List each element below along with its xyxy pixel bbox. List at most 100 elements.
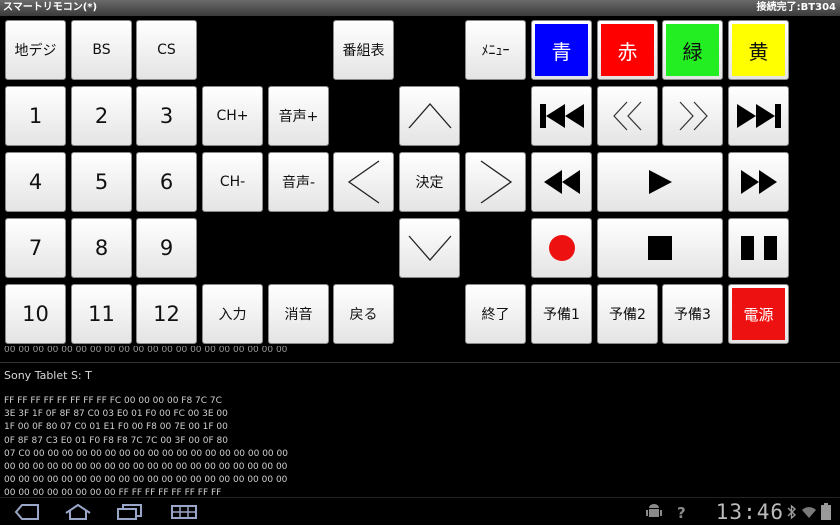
channel-down-button[interactable]: CH- [202,152,263,212]
double-chevron-right-icon [679,101,708,131]
back-nav-button[interactable] [14,502,40,522]
cs-button[interactable]: CS [136,20,197,80]
blue-button[interactable]: 青 [531,20,592,80]
pause-icon [740,236,777,260]
enter-button[interactable]: 決定 [399,152,460,212]
android-debug-icon [646,504,662,517]
number-12-button[interactable]: 12 [136,284,197,344]
red-label: 赤 [601,24,654,76]
double-chevron-left-icon [612,101,641,131]
hex-dump: FF FF FF FF FF FF FF FF FC 00 00 00 00 F… [4,395,288,497]
question-icon: ? [677,504,686,521]
stop-icon [648,236,672,260]
wifi-icon [802,507,816,518]
fast-forward-button[interactable] [728,152,789,212]
hex-line: 1F 00 0F 80 07 C0 01 E1 F0 00 F8 00 7E 0… [4,422,228,433]
chevron-up-icon [408,103,451,129]
up-button[interactable] [399,86,460,146]
log-panel: 00 00 00 00 00 00 00 00 00 00 00 00 00 0… [0,345,840,497]
log-divider [0,362,840,363]
volume-down-button[interactable]: 音声- [268,152,329,212]
chevron-right-icon [480,160,512,204]
system-nav-bar: ? 13:46 [0,497,840,525]
pause-button[interactable] [728,218,789,278]
keyboard-icon [171,505,197,519]
next-button[interactable] [662,86,723,146]
blue-label: 青 [535,24,588,76]
rewind-button[interactable] [531,152,592,212]
mute-button[interactable]: 消音 [268,284,329,344]
skip-forward-button[interactable] [728,86,789,146]
home-icon [65,503,91,520]
home-nav-button[interactable] [64,502,92,522]
back-button[interactable]: 戻る [333,284,394,344]
number-5-button[interactable]: 5 [71,152,132,212]
record-button[interactable] [531,218,592,278]
number-8-button[interactable]: 8 [71,218,132,278]
program-guide-button[interactable]: 番組表 [333,20,394,80]
red-button[interactable]: 赤 [597,20,658,80]
number-9-button[interactable]: 9 [136,218,197,278]
number-2-button[interactable]: 2 [71,86,132,146]
number-1-button[interactable]: 1 [5,86,66,146]
device-name: Sony Tablet S: T [4,369,92,382]
help-icon-wrap: ? [676,502,688,522]
spare-3-button[interactable]: 予備3 [662,284,723,344]
bluetooth-icon [787,504,797,520]
wifi-icon-wrap [801,502,817,522]
play-button[interactable] [597,152,723,212]
log-truncated-line: 00 00 00 00 00 00 00 00 00 00 00 00 00 0… [4,346,288,354]
connection-status: 接続完了:BT304 [756,2,836,13]
recent-apps-nav-button[interactable] [116,502,144,522]
spare-1-button[interactable]: 予備1 [531,284,592,344]
bs-button[interactable]: BS [71,20,132,80]
battery-icon [821,503,831,520]
number-4-button[interactable]: 4 [5,152,66,212]
fast-forward-icon [740,170,777,194]
android-icon-wrap [646,502,662,522]
skip-back-button[interactable] [531,86,592,146]
keyboard-nav-button[interactable] [170,502,198,522]
left-button[interactable] [333,152,394,212]
down-button[interactable] [399,218,460,278]
hex-line: 07 C0 00 00 00 00 00 00 00 00 00 00 00 0… [4,448,288,459]
channel-up-button[interactable]: CH+ [202,86,263,146]
rewind-icon [543,170,580,194]
power-button[interactable]: 電源 [728,284,789,344]
input-button[interactable]: 入力 [202,284,263,344]
battery-icon-wrap [820,502,832,522]
right-button[interactable] [465,152,526,212]
title-bar: スマートリモコン(*) 接続完了:BT304 [0,0,840,16]
hex-line: FF FF FF FF FF FF FF FF FC 00 00 00 00 F… [4,396,222,406]
menu-button[interactable]: ﾒﾆｭｰ [465,20,526,80]
hex-line: 00 00 00 00 00 00 00 00 00 00 00 00 00 0… [4,462,288,473]
number-10-button[interactable]: 10 [5,284,66,344]
volume-up-button[interactable]: 音声+ [268,86,329,146]
previous-button[interactable] [597,86,658,146]
number-7-button[interactable]: 7 [5,218,66,278]
number-3-button[interactable]: 3 [136,86,197,146]
hex-line: 00 00 00 00 00 00 00 00 00 00 00 00 00 0… [4,475,288,486]
svg-text:?: ? [677,504,686,521]
chevron-left-icon [347,160,379,204]
spare-2-button[interactable]: 予備2 [597,284,658,344]
hex-line: 00 00 00 00 00 00 00 00 FF FF FF FF FF F… [4,488,222,497]
number-6-button[interactable]: 6 [136,152,197,212]
hex-line: 3E 3F 1F 0F 8F 87 C0 03 E0 01 F0 00 FC 0… [4,409,228,420]
quit-button[interactable]: 終了 [465,284,526,344]
terrestrial-button[interactable]: 地デジ [5,20,66,80]
back-arrow-icon [14,504,39,520]
stop-button[interactable] [597,218,723,278]
green-button[interactable]: 緑 [662,20,723,80]
yellow-label: 黄 [732,24,785,76]
green-label: 緑 [666,24,719,76]
app-title: スマートリモコン(*) [3,2,98,13]
bluetooth-icon-wrap [787,502,797,522]
power-label: 電源 [732,288,785,340]
record-icon [548,235,575,261]
number-11-button[interactable]: 11 [71,284,132,344]
yellow-button[interactable]: 黄 [728,20,789,80]
hex-line: 0F 8F 87 C3 E0 01 F0 F8 F8 7C 7C 00 3F 0… [4,435,228,446]
chevron-down-icon [408,235,451,261]
recent-apps-icon [117,504,142,520]
